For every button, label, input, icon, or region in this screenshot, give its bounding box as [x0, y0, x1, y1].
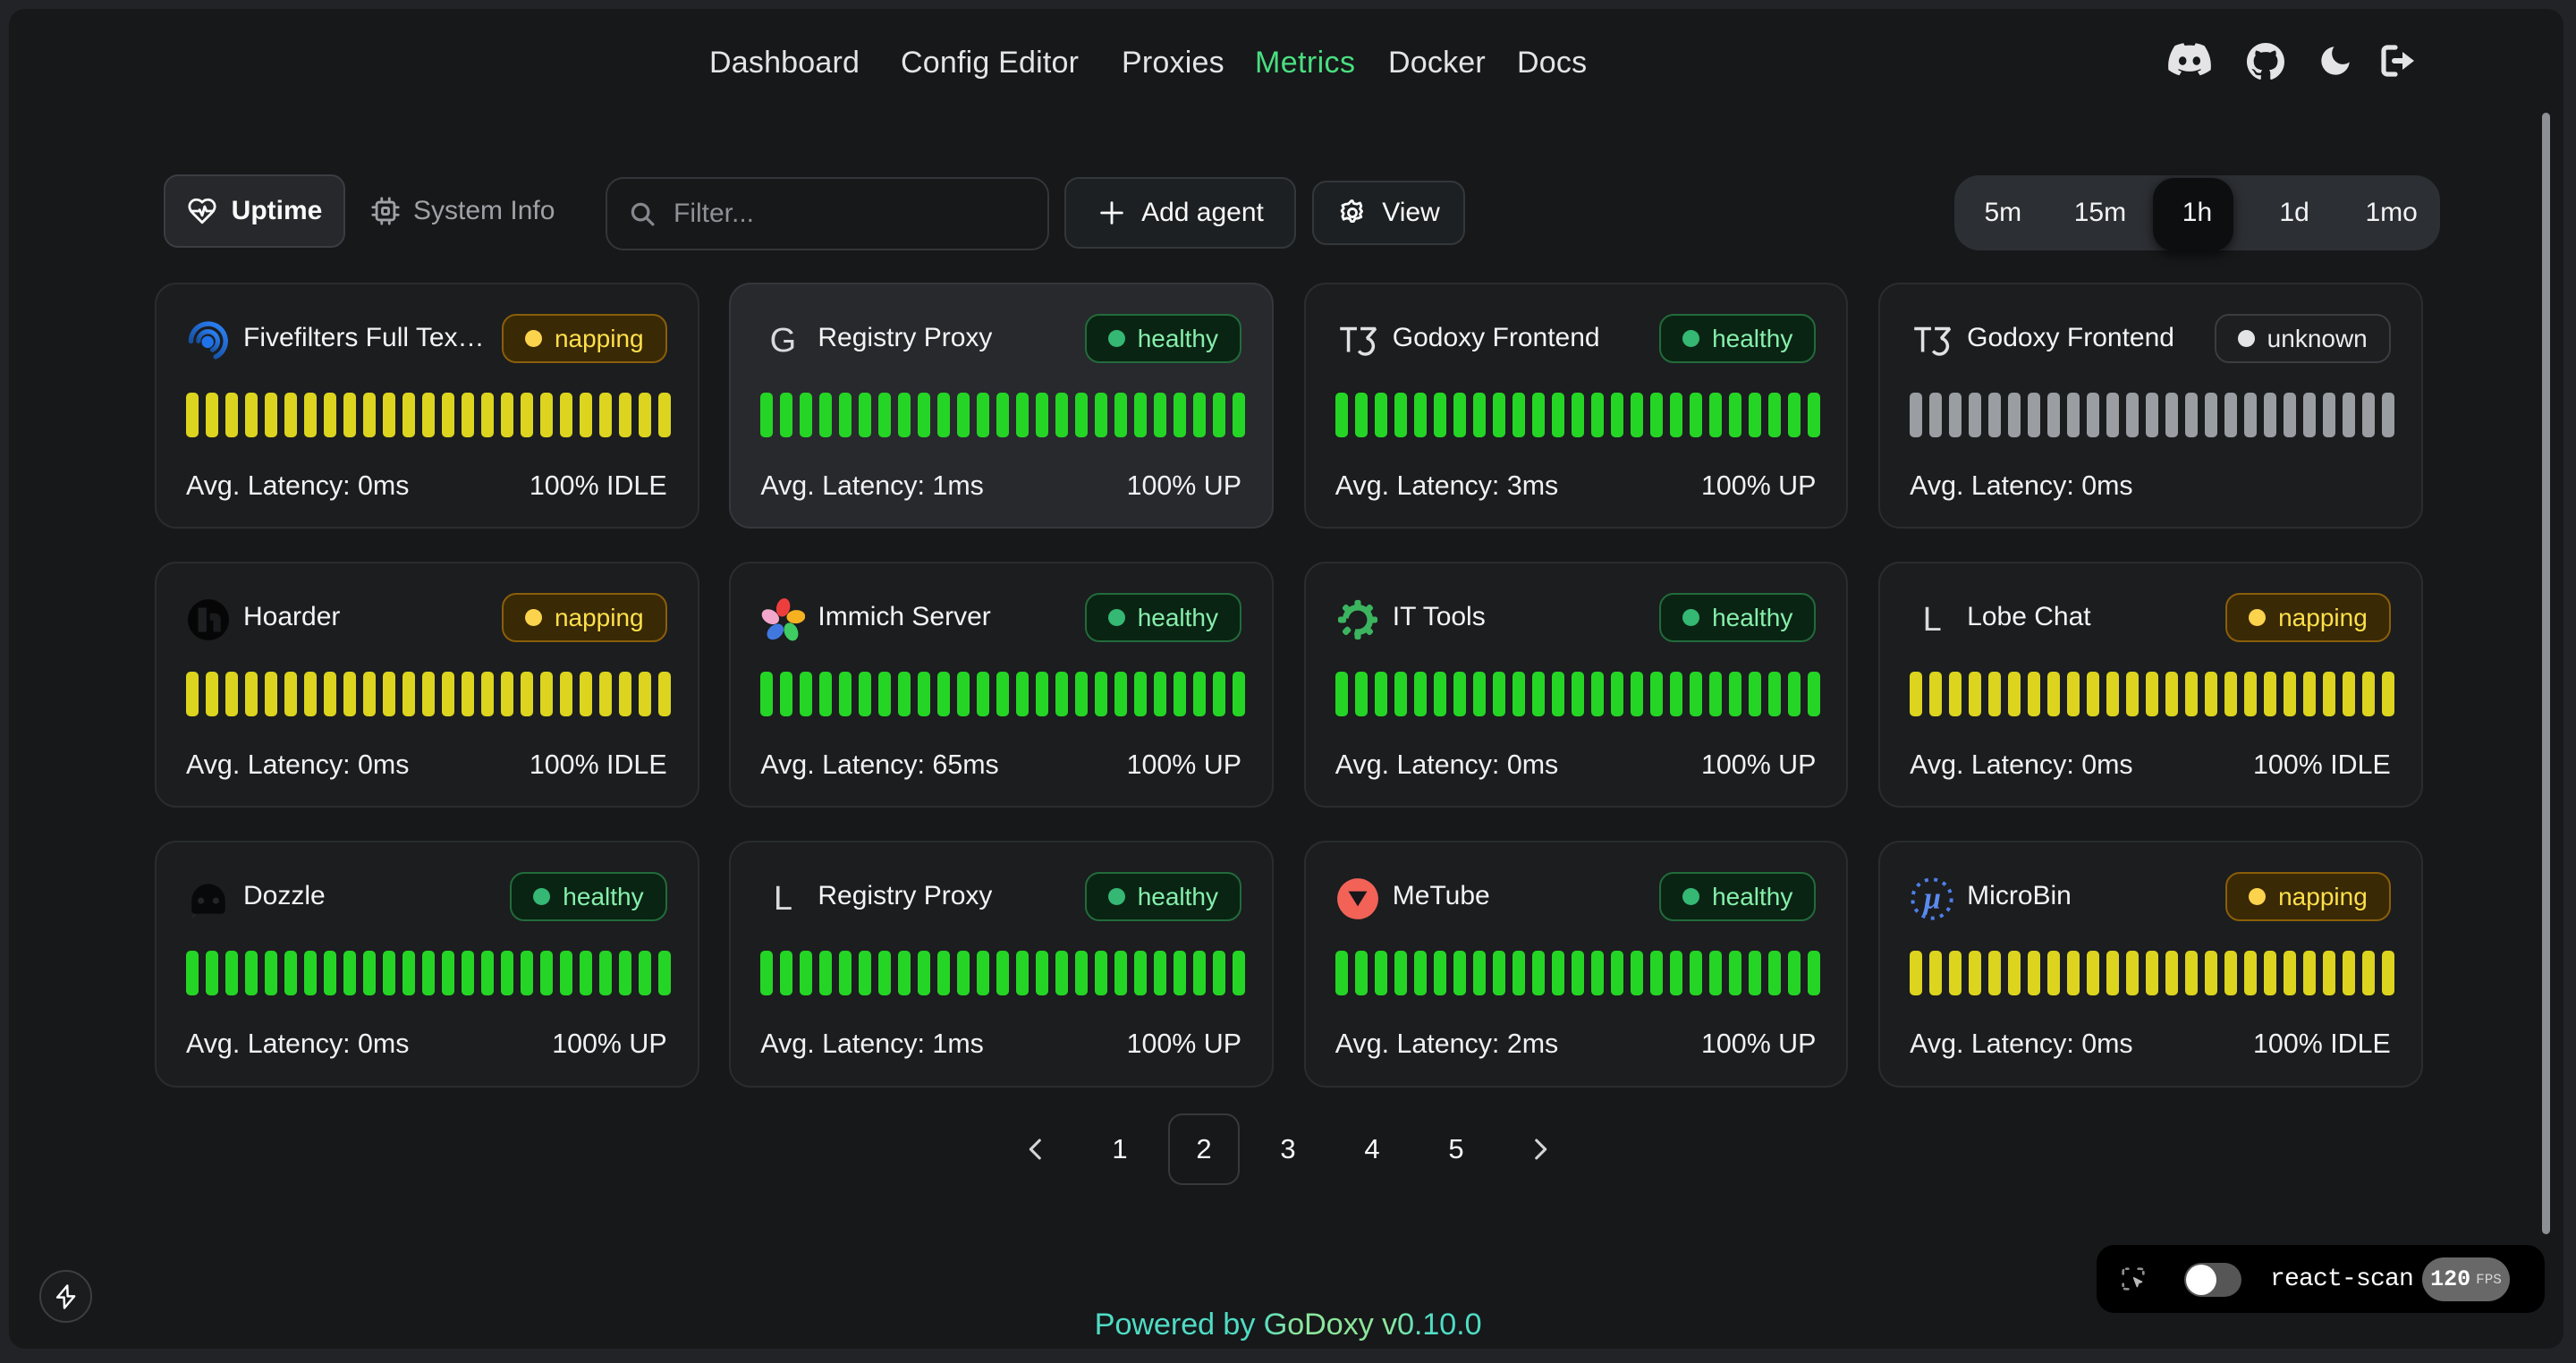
svg-text:μ: μ: [1922, 882, 1941, 916]
